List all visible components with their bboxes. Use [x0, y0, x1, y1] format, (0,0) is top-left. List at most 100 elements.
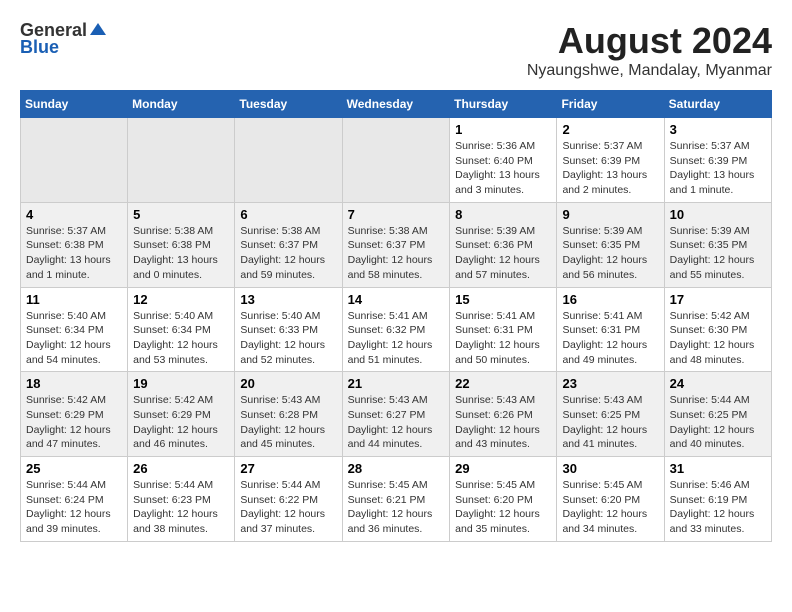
day-info: Sunrise: 5:37 AM Sunset: 6:39 PM Dayligh… — [562, 139, 658, 198]
day-number: 13 — [240, 292, 336, 307]
day-number: 23 — [562, 376, 658, 391]
calendar-day-cell: 29 Sunrise: 5:45 AM Sunset: 6:20 PM Dayli… — [450, 457, 557, 542]
day-info: Sunrise: 5:39 AM Sunset: 6:36 PM Dayligh… — [455, 224, 551, 283]
day-number: 19 — [133, 376, 229, 391]
month-year-title: August 2024 — [527, 20, 772, 62]
day-number: 10 — [670, 207, 766, 222]
day-info: Sunrise: 5:44 AM Sunset: 6:24 PM Dayligh… — [26, 478, 122, 537]
calendar-day-cell: 4 Sunrise: 5:37 AM Sunset: 6:38 PM Daylig… — [21, 202, 128, 287]
weekday-header: Monday — [128, 91, 235, 118]
title-area: August 2024 Nyaungshwe, Mandalay, Myanma… — [527, 20, 772, 80]
calendar-day-cell: 20Sunrise: 5:43 AM Sunset: 6:28 PM Dayli… — [235, 372, 342, 457]
header: General Blue August 2024 Nyaungshwe, Man… — [20, 20, 772, 80]
calendar-day-cell: 21Sunrise: 5:43 AM Sunset: 6:27 PM Dayli… — [342, 372, 450, 457]
calendar-day-cell: 23 Sunrise: 5:43 AM Sunset: 6:25 PM Dayli… — [557, 372, 664, 457]
calendar-day-cell: 24 Sunrise: 5:44 AM Sunset: 6:25 PM Dayli… — [664, 372, 771, 457]
day-info: Sunrise: 5:39 AM Sunset: 6:35 PM Dayligh… — [670, 224, 766, 283]
calendar-day-cell: 18 Sunrise: 5:42 AM Sunset: 6:29 PM Dayli… — [21, 372, 128, 457]
day-info: Sunrise: 5:43 AM Sunset: 6:26 PM Dayligh… — [455, 393, 551, 452]
calendar-day-cell: 22 Sunrise: 5:43 AM Sunset: 6:26 PM Dayli… — [450, 372, 557, 457]
day-number: 5 — [133, 207, 229, 222]
day-number: 25 — [26, 461, 122, 476]
day-info: Sunrise: 5:43 AM Sunset: 6:28 PM Dayligh… — [240, 393, 336, 452]
day-info: Sunrise: 5:37 AM Sunset: 6:38 PM Dayligh… — [26, 224, 122, 283]
day-info: Sunrise: 5:38 AM Sunset: 6:38 PM Dayligh… — [133, 224, 229, 283]
day-info: Sunrise: 5:39 AM Sunset: 6:35 PM Dayligh… — [562, 224, 658, 283]
calendar-day-cell: 2 Sunrise: 5:37 AM Sunset: 6:39 PM Daylig… — [557, 118, 664, 203]
calendar-week-row: 11 Sunrise: 5:40 AM Sunset: 6:34 PM Dayli… — [21, 287, 772, 372]
day-info: Sunrise: 5:42 AM Sunset: 6:29 PM Dayligh… — [26, 393, 122, 452]
day-info: Sunrise: 5:41 AM Sunset: 6:31 PM Dayligh… — [562, 309, 658, 368]
day-number: 22 — [455, 376, 551, 391]
day-info: Sunrise: 5:36 AM Sunset: 6:40 PM Dayligh… — [455, 139, 551, 198]
calendar-week-row: 1 Sunrise: 5:36 AM Sunset: 6:40 PM Daylig… — [21, 118, 772, 203]
day-info: Sunrise: 5:46 AM Sunset: 6:19 PM Dayligh… — [670, 478, 766, 537]
day-number: 31 — [670, 461, 766, 476]
day-number: 11 — [26, 292, 122, 307]
day-info: Sunrise: 5:42 AM Sunset: 6:30 PM Dayligh… — [670, 309, 766, 368]
calendar-day-cell: 14 Sunrise: 5:41 AM Sunset: 6:32 PM Dayli… — [342, 287, 450, 372]
day-number: 3 — [670, 122, 766, 137]
weekday-header: Friday — [557, 91, 664, 118]
day-number: 30 — [562, 461, 658, 476]
calendar-day-cell: 6Sunrise: 5:38 AM Sunset: 6:37 PM Daylig… — [235, 202, 342, 287]
day-number: 4 — [26, 207, 122, 222]
calendar-day-cell: 7Sunrise: 5:38 AM Sunset: 6:37 PM Daylig… — [342, 202, 450, 287]
weekday-header: Wednesday — [342, 91, 450, 118]
day-number: 18 — [26, 376, 122, 391]
calendar-day-cell: 11 Sunrise: 5:40 AM Sunset: 6:34 PM Dayli… — [21, 287, 128, 372]
day-info: Sunrise: 5:45 AM Sunset: 6:21 PM Dayligh… — [348, 478, 445, 537]
calendar-day-cell: 1 Sunrise: 5:36 AM Sunset: 6:40 PM Daylig… — [450, 118, 557, 203]
day-info: Sunrise: 5:44 AM Sunset: 6:23 PM Dayligh… — [133, 478, 229, 537]
calendar-day-cell: 5 Sunrise: 5:38 AM Sunset: 6:38 PM Daylig… — [128, 202, 235, 287]
day-info: Sunrise: 5:37 AM Sunset: 6:39 PM Dayligh… — [670, 139, 766, 198]
calendar-week-row: 4 Sunrise: 5:37 AM Sunset: 6:38 PM Daylig… — [21, 202, 772, 287]
day-info: Sunrise: 5:41 AM Sunset: 6:32 PM Dayligh… — [348, 309, 445, 368]
calendar-day-cell: 31 Sunrise: 5:46 AM Sunset: 6:19 PM Dayli… — [664, 457, 771, 542]
calendar-day-cell: 15 Sunrise: 5:41 AM Sunset: 6:31 PM Dayli… — [450, 287, 557, 372]
calendar-day-cell: 17 Sunrise: 5:42 AM Sunset: 6:30 PM Dayli… — [664, 287, 771, 372]
day-number: 29 — [455, 461, 551, 476]
calendar-day-cell: 30Sunrise: 5:45 AM Sunset: 6:20 PM Dayli… — [557, 457, 664, 542]
day-number: 16 — [562, 292, 658, 307]
day-info: Sunrise: 5:38 AM Sunset: 6:37 PM Dayligh… — [348, 224, 445, 283]
day-info: Sunrise: 5:40 AM Sunset: 6:33 PM Dayligh… — [240, 309, 336, 368]
calendar-day-cell: 27Sunrise: 5:44 AM Sunset: 6:22 PM Dayli… — [235, 457, 342, 542]
calendar-day-cell: 8 Sunrise: 5:39 AM Sunset: 6:36 PM Daylig… — [450, 202, 557, 287]
calendar-day-cell — [235, 118, 342, 203]
weekday-header: Thursday — [450, 91, 557, 118]
calendar-day-cell — [342, 118, 450, 203]
calendar-day-cell: 13 Sunrise: 5:40 AM Sunset: 6:33 PM Dayli… — [235, 287, 342, 372]
weekday-header-row: SundayMondayTuesdayWednesdayThursdayFrid… — [21, 91, 772, 118]
location-subtitle: Nyaungshwe, Mandalay, Myanmar — [527, 62, 772, 80]
day-number: 1 — [455, 122, 551, 137]
calendar-week-row: 25 Sunrise: 5:44 AM Sunset: 6:24 PM Dayli… — [21, 457, 772, 542]
logo-blue: Blue — [20, 37, 59, 58]
day-number: 14 — [348, 292, 445, 307]
calendar-day-cell: 16 Sunrise: 5:41 AM Sunset: 6:31 PM Dayli… — [557, 287, 664, 372]
calendar-table: SundayMondayTuesdayWednesdayThursdayFrid… — [20, 90, 772, 542]
day-number: 9 — [562, 207, 658, 222]
day-info: Sunrise: 5:40 AM Sunset: 6:34 PM Dayligh… — [133, 309, 229, 368]
calendar-day-cell: 10 Sunrise: 5:39 AM Sunset: 6:35 PM Dayli… — [664, 202, 771, 287]
day-info: Sunrise: 5:43 AM Sunset: 6:25 PM Dayligh… — [562, 393, 658, 452]
day-number: 2 — [562, 122, 658, 137]
calendar-day-cell: 25 Sunrise: 5:44 AM Sunset: 6:24 PM Dayli… — [21, 457, 128, 542]
logo-icon — [88, 21, 108, 41]
day-number: 15 — [455, 292, 551, 307]
day-info: Sunrise: 5:42 AM Sunset: 6:29 PM Dayligh… — [133, 393, 229, 452]
day-number: 8 — [455, 207, 551, 222]
day-info: Sunrise: 5:45 AM Sunset: 6:20 PM Dayligh… — [455, 478, 551, 537]
day-info: Sunrise: 5:40 AM Sunset: 6:34 PM Dayligh… — [26, 309, 122, 368]
day-info: Sunrise: 5:44 AM Sunset: 6:25 PM Dayligh… — [670, 393, 766, 452]
day-number: 26 — [133, 461, 229, 476]
day-number: 17 — [670, 292, 766, 307]
day-number: 12 — [133, 292, 229, 307]
calendar-day-cell: 19 Sunrise: 5:42 AM Sunset: 6:29 PM Dayli… — [128, 372, 235, 457]
weekday-header: Tuesday — [235, 91, 342, 118]
day-number: 28 — [348, 461, 445, 476]
day-number: 24 — [670, 376, 766, 391]
day-info: Sunrise: 5:41 AM Sunset: 6:31 PM Dayligh… — [455, 309, 551, 368]
calendar-day-cell: 26 Sunrise: 5:44 AM Sunset: 6:23 PM Dayli… — [128, 457, 235, 542]
weekday-header: Sunday — [21, 91, 128, 118]
